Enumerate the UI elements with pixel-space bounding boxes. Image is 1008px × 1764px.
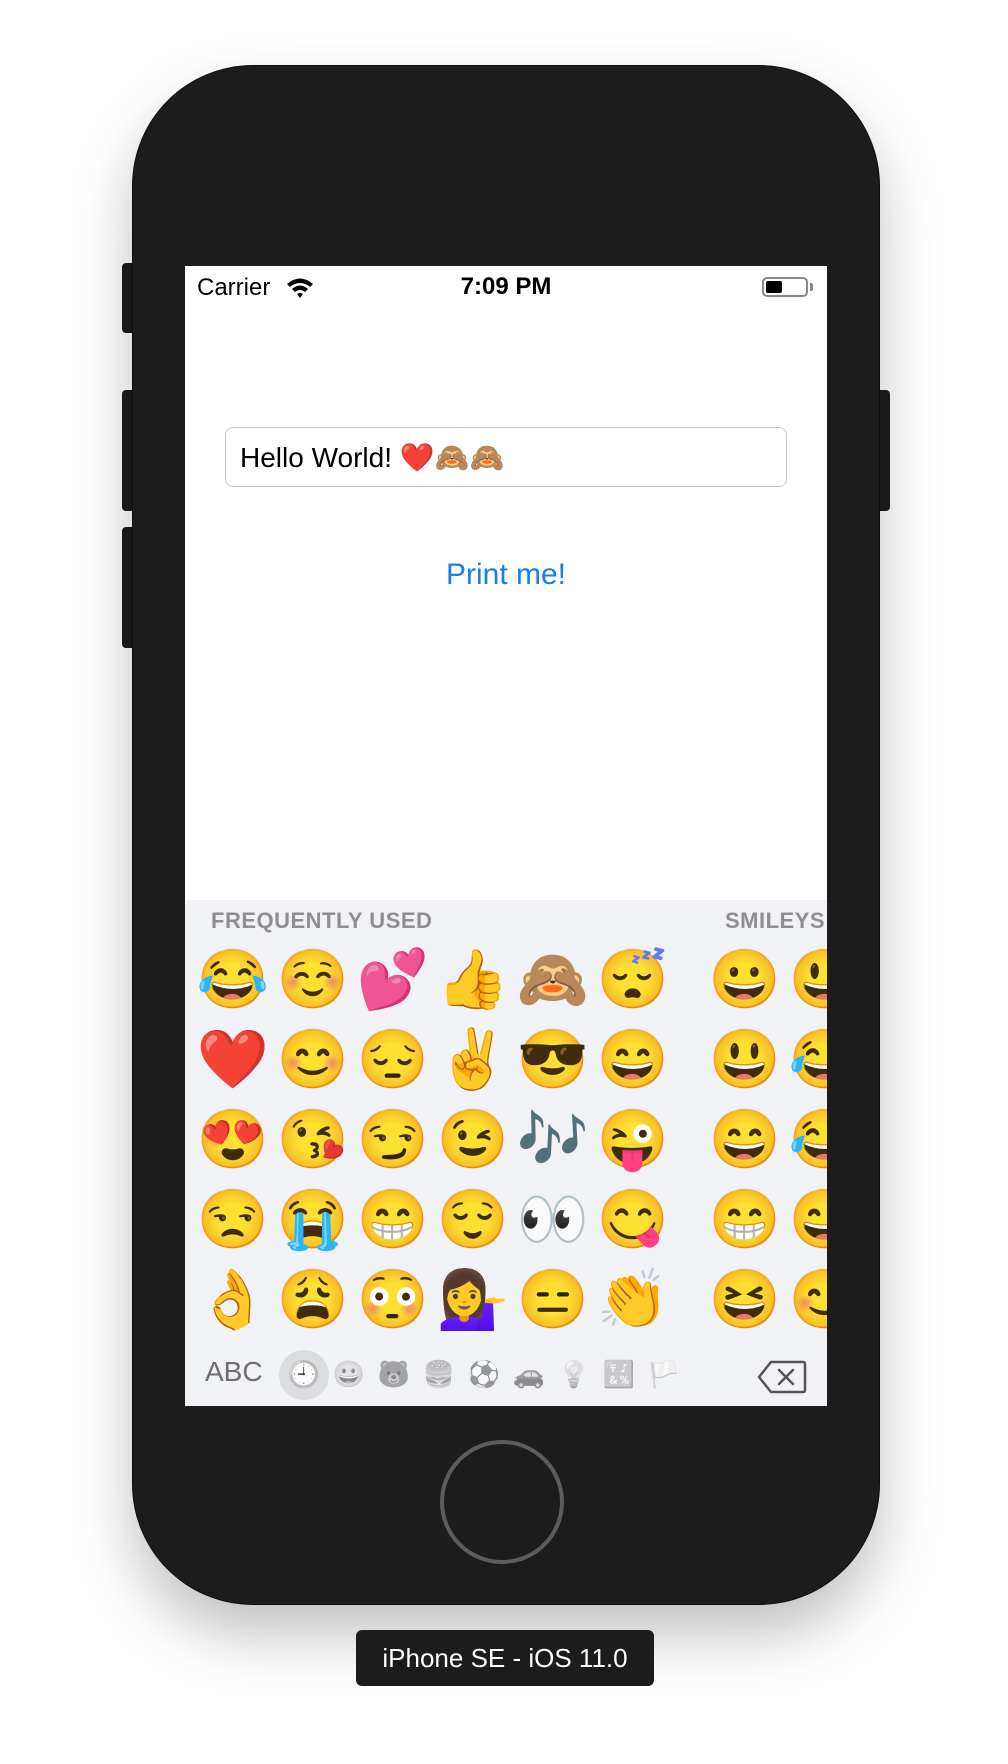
emoji-key[interactable]: 😔	[353, 1020, 433, 1100]
battery-tip	[810, 283, 813, 291]
print-button[interactable]: Print me!	[185, 558, 827, 592]
keyboard-category-bar: ABC 🕘 😀 🐻 🍔 ⚽ 🚗 💡 🔣 🏳️	[185, 1334, 827, 1406]
screen: Carrier 7:09 PM Hello World! ❤️🙈🙈 Print …	[185, 266, 827, 1406]
emoji-key[interactable]: 😂	[785, 1100, 827, 1180]
battery-icon	[762, 277, 808, 297]
emoji-key[interactable]: ❤️	[193, 1020, 273, 1100]
emoji-key[interactable]: 👏	[593, 1260, 673, 1340]
emoji-key[interactable]: 💁‍♀️	[433, 1260, 513, 1340]
ball-icon[interactable]: ⚽	[466, 1356, 502, 1392]
symbols-icon[interactable]: 🔣	[601, 1356, 637, 1392]
emoji-key[interactable]: 💕	[353, 940, 433, 1020]
emoji-key[interactable]: 😊	[273, 1020, 353, 1100]
emoji-key[interactable]: 😃	[705, 1020, 785, 1100]
emoji-key[interactable]: 👀	[513, 1180, 593, 1260]
emoji-key[interactable]: 😄	[593, 1020, 673, 1100]
emoji-key[interactable]: 😁	[705, 1180, 785, 1260]
emoji-key[interactable]: 😳	[353, 1260, 433, 1340]
home-button[interactable]	[440, 1440, 564, 1564]
flag-icon[interactable]: 🏳️	[646, 1356, 682, 1392]
emoji-key[interactable]: 👌	[193, 1260, 273, 1340]
emoji-key[interactable]: 😃	[785, 940, 827, 1020]
section-header-smileys: SMILEYS	[725, 908, 826, 933]
emoji-key[interactable]: 😴	[593, 940, 673, 1020]
emoji-key[interactable]: 😉	[433, 1100, 513, 1180]
abc-key[interactable]: ABC	[205, 1356, 263, 1388]
emoji-key[interactable]: 😆	[705, 1260, 785, 1340]
emoji-key[interactable]: 😁	[353, 1180, 433, 1260]
emoji-key[interactable]: 😑	[513, 1260, 593, 1340]
smiley-icon[interactable]: 😀	[331, 1356, 367, 1392]
text-input[interactable]: Hello World! ❤️🙈🙈	[225, 427, 787, 487]
emoji-key[interactable]: 😋	[593, 1180, 673, 1260]
emoji-key[interactable]: 😭	[273, 1180, 353, 1260]
emoji-keyboard: FREQUENTLY USED SMILEYS 😂 ☺️ 💕 👍 🙈 😴 ❤️ 😊 😔 ✌️ 😎 😄 😍…	[185, 900, 827, 1406]
emoji-key[interactable]: 🙈	[513, 940, 593, 1020]
car-icon[interactable]: 🚗	[511, 1356, 547, 1392]
status-time: 7:09 PM	[460, 273, 552, 300]
delete-icon[interactable]	[757, 1360, 807, 1394]
animal-icon[interactable]: 🐻	[376, 1356, 412, 1392]
emoji-key[interactable]: 🎶	[513, 1100, 593, 1180]
status-bar: Carrier 7:09 PM	[185, 266, 827, 306]
emoji-key[interactable]: 😂	[193, 940, 273, 1020]
emoji-key[interactable]: 😂	[785, 1020, 827, 1100]
emoji-key[interactable]: 😍	[193, 1100, 273, 1180]
text-input-value: Hello World! ❤️🙈🙈	[240, 441, 505, 473]
smiley-emoji-grid: 😀 😃 😃 😂 😄 😂 😁 😅 😆 😊	[705, 940, 827, 1340]
section-header-frequently-used: FREQUENTLY USED	[211, 908, 433, 933]
device-label: iPhone SE - iOS 11.0	[356, 1630, 654, 1686]
emoji-key[interactable]: 😒	[193, 1180, 273, 1260]
emoji-key[interactable]: 😜	[593, 1100, 673, 1180]
food-icon[interactable]: 🍔	[421, 1356, 457, 1392]
emoji-key[interactable]: 😘	[273, 1100, 353, 1180]
emoji-key[interactable]: 😩	[273, 1260, 353, 1340]
frequent-emoji-grid: 😂 ☺️ 💕 👍 🙈 😴 ❤️ 😊 😔 ✌️ 😎 😄 😍 😘 😏 😉 🎶 😜 😒 😭 😁 😌 👀 😋 👌 😩 😳 💁‍♀️ 😑 👏	[193, 940, 673, 1340]
emoji-key[interactable]: 😊	[785, 1260, 827, 1340]
emoji-key[interactable]: 😄	[705, 1100, 785, 1180]
emoji-key[interactable]: 😅	[785, 1180, 827, 1260]
emoji-key[interactable]: 😏	[353, 1100, 433, 1180]
emoji-key[interactable]: ☺️	[273, 940, 353, 1020]
emoji-key[interactable]: 😀	[705, 940, 785, 1020]
emoji-key[interactable]: 😎	[513, 1020, 593, 1100]
emoji-key[interactable]: 😌	[433, 1180, 513, 1260]
bulb-icon[interactable]: 💡	[556, 1356, 592, 1392]
clock-icon[interactable]: 🕘	[286, 1356, 322, 1392]
emoji-key[interactable]: 👍	[433, 940, 513, 1020]
emoji-key[interactable]: ✌️	[433, 1020, 513, 1100]
